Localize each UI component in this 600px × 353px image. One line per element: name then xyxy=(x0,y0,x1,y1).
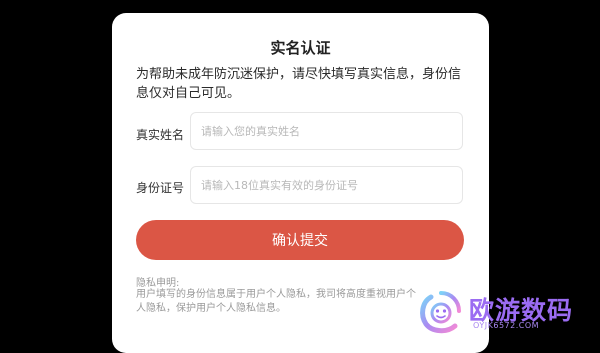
privacy-text: 用户填写的身份信息属于用户个人隐私，我司将高度重视用户个人隐私，保护用户个人隐私… xyxy=(136,289,416,314)
id-number-input[interactable] xyxy=(190,166,463,204)
privacy-title: 隐私申明: xyxy=(136,278,180,289)
name-label: 真实姓名 xyxy=(136,128,185,142)
real-name-input[interactable] xyxy=(190,112,463,150)
dialog-intro: 为帮助未成年防沉迷保护，请尽快填写真实信息，身份信息仅对自己可见。 xyxy=(136,67,462,101)
submit-button[interactable]: 确认提交 xyxy=(136,220,464,260)
watermark-domain: OYJK6572.COM xyxy=(473,321,540,330)
watermark-logo-icon xyxy=(420,291,461,334)
id-label: 身份证号 xyxy=(136,181,185,195)
dialog-title: 实名认证 xyxy=(270,39,331,57)
watermark: 欧游数码 OYJK6572.COM xyxy=(417,287,600,337)
